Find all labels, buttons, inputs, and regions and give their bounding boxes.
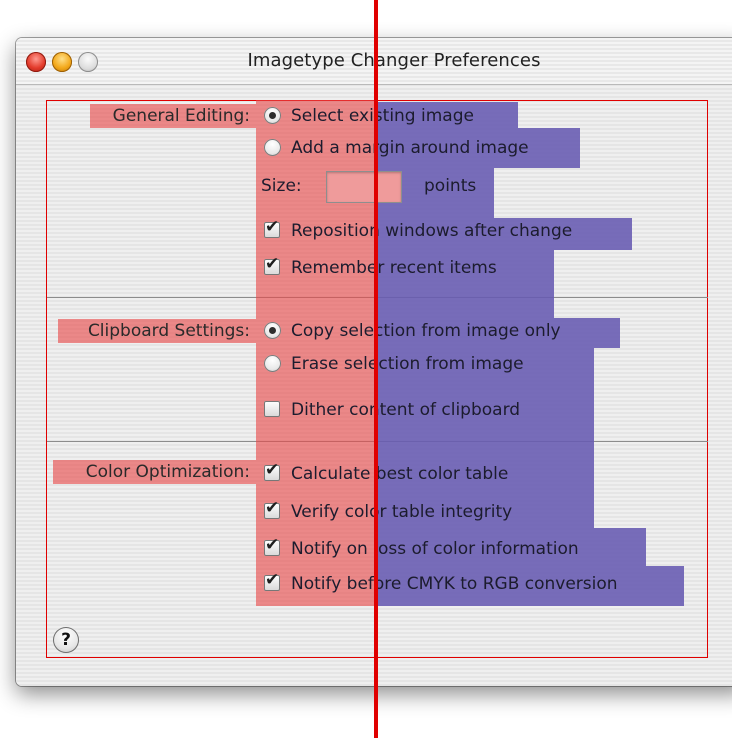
dither-clipboard-checkbox[interactable] — [264, 401, 280, 417]
notify-color-loss-checkbox[interactable] — [264, 535, 280, 556]
help-icon: ? — [61, 630, 71, 650]
copy-selection-radio[interactable] — [264, 322, 281, 339]
notify-cmyk-checkbox[interactable] — [264, 570, 280, 591]
annotation-divider-line — [374, 0, 378, 738]
notify-cmyk-label: Notify before CMYK to RGB conversion — [291, 574, 618, 594]
copy-selection-label: Copy selection from image only — [291, 321, 561, 341]
add-margin-radio[interactable] — [264, 139, 281, 156]
calculate-color-table-label: Calculate best color table — [291, 464, 509, 484]
add-margin-label: Add a margin around image — [291, 138, 529, 158]
calculate-color-table-checkbox[interactable] — [264, 460, 280, 481]
remember-recent-label: Remember recent items — [291, 258, 497, 278]
dither-clipboard-label: Dither content of clipboard — [291, 400, 521, 420]
reposition-windows-label: Reposition windows after change — [291, 221, 573, 241]
verify-color-table-checkbox[interactable] — [264, 498, 280, 519]
color-optimization-label: Color Optimization: — [85, 462, 250, 482]
erase-selection-radio[interactable] — [264, 355, 281, 372]
size-input[interactable] — [326, 171, 402, 203]
general-editing-label: General Editing: — [112, 106, 250, 126]
remember-recent-checkbox[interactable] — [264, 254, 280, 275]
reposition-windows-checkbox[interactable] — [264, 217, 280, 238]
select-existing-image-radio[interactable] — [264, 107, 281, 124]
clipboard-settings-label: Clipboard Settings: — [87, 321, 250, 341]
size-unit-label: points — [424, 176, 477, 196]
size-label: Size: — [261, 176, 302, 196]
verify-color-table-label: Verify color table integrity — [291, 502, 513, 522]
help-button[interactable]: ? — [53, 627, 79, 653]
notify-color-loss-label: Notify on loss of color information — [291, 539, 579, 559]
select-existing-image-label: Select existing image — [291, 106, 474, 126]
erase-selection-label: Erase selection from image — [291, 354, 524, 374]
